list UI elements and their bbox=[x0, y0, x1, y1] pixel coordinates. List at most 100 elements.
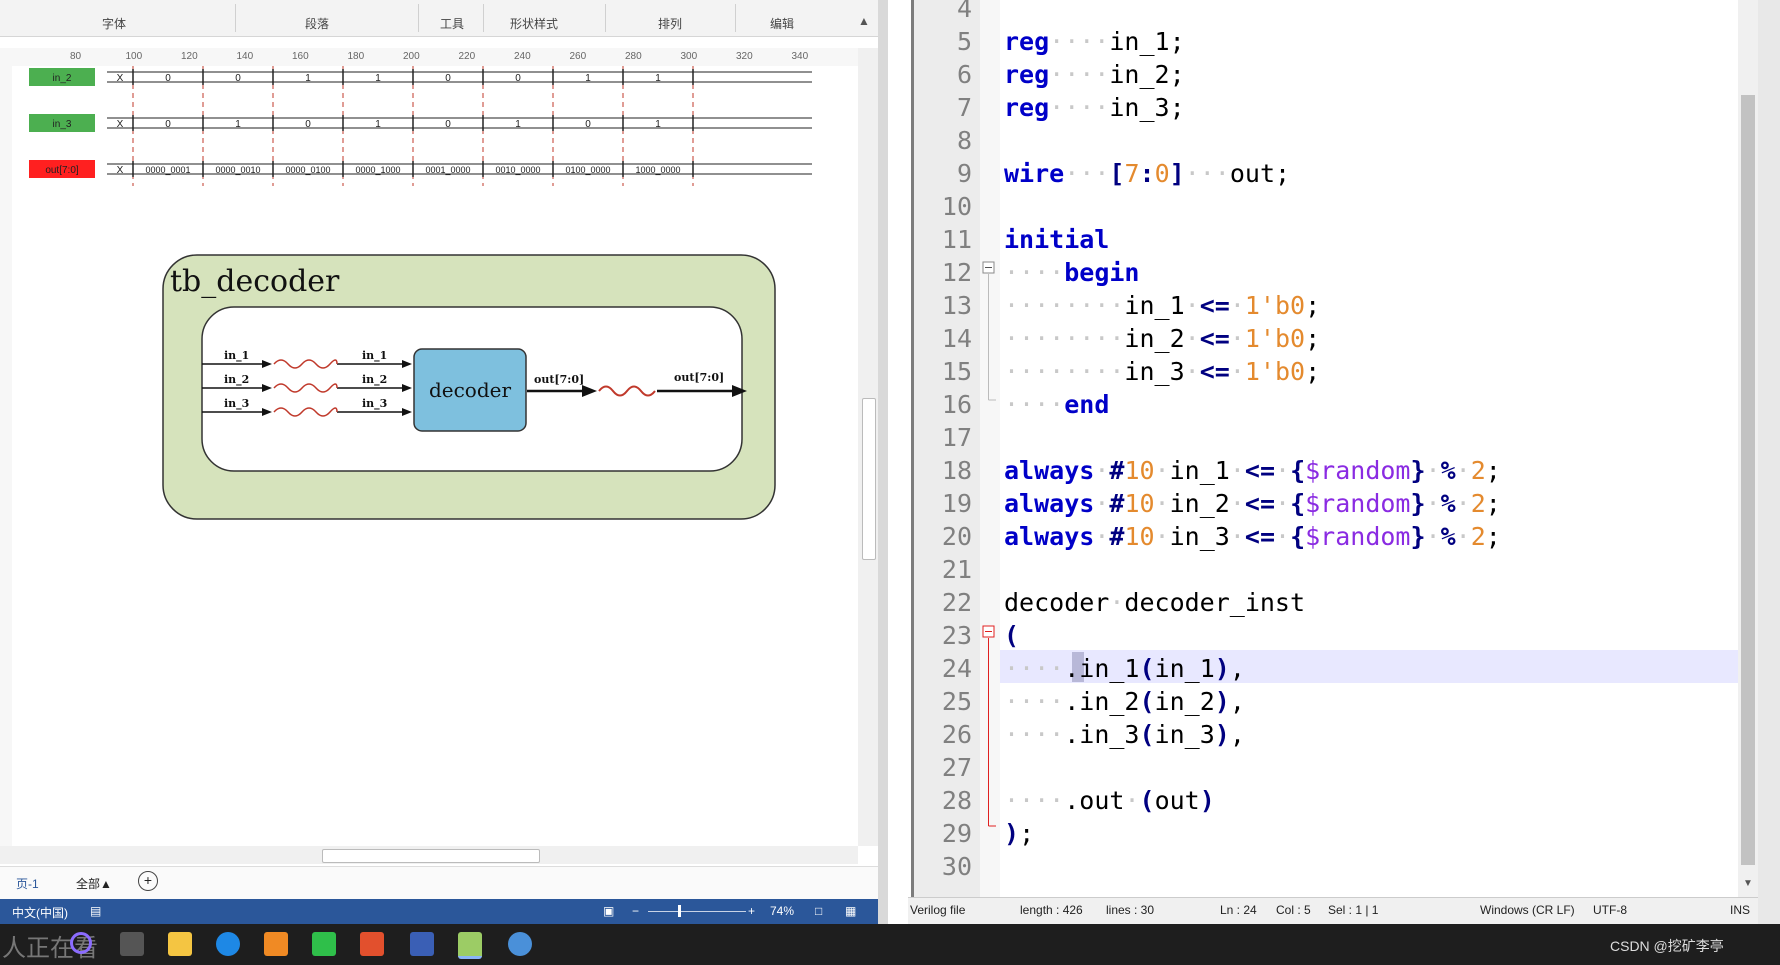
app-green-c-icon[interactable] bbox=[312, 932, 336, 956]
ribbon-group-arrange[interactable]: 排列 bbox=[658, 15, 682, 32]
switch-windows-icon[interactable]: ▦ bbox=[845, 904, 856, 918]
line-ending[interactable]: Windows (CR LF) bbox=[1480, 903, 1575, 917]
app-orange-icon[interactable] bbox=[264, 932, 288, 956]
code-line[interactable]: always·#10·in_2·<=·{$random}·%·2; bbox=[1004, 487, 1501, 520]
signal-label: in_3 bbox=[53, 119, 72, 130]
code-line[interactable]: ····begin bbox=[1004, 256, 1139, 289]
visio-vertical-scrollbar[interactable] bbox=[858, 48, 878, 846]
insert-mode[interactable]: INS bbox=[1730, 903, 1750, 917]
signal-value: X bbox=[117, 165, 124, 176]
label-in1-right: in_1 bbox=[362, 349, 387, 363]
macro-icon[interactable]: ▤ bbox=[90, 904, 101, 918]
fold-margin[interactable] bbox=[980, 0, 1000, 897]
network-globe-icon[interactable] bbox=[508, 932, 532, 956]
notepad-plus-plus-icon[interactable] bbox=[458, 932, 482, 959]
signal-value: 0100_0000 bbox=[565, 165, 610, 175]
ruler-tick-label: 200 bbox=[403, 51, 420, 62]
fit-screen-icon[interactable]: ▣ bbox=[603, 904, 614, 918]
ruler-tick-label: 140 bbox=[236, 51, 254, 62]
line-number: 8 bbox=[956, 126, 972, 155]
line-number: 13 bbox=[941, 291, 972, 320]
code-line[interactable]: decoder·decoder_inst bbox=[1004, 586, 1305, 619]
code-line[interactable]: reg····in_3; bbox=[1004, 91, 1185, 124]
visio-vscroll-thumb[interactable] bbox=[862, 398, 876, 560]
signal-value: 0 bbox=[585, 119, 591, 130]
zoom-in-button[interactable]: + bbox=[748, 904, 755, 918]
signal-label: out[7:0] bbox=[45, 165, 79, 176]
code-line[interactable]: ········in_1·<=·1'b0; bbox=[1004, 289, 1320, 322]
cortana-icon[interactable] bbox=[70, 932, 92, 954]
ruler-tick-label: 320 bbox=[736, 51, 753, 62]
ruler-tick-label: 340 bbox=[791, 51, 809, 62]
line-number: 27 bbox=[941, 753, 972, 782]
label-in3-right: in_3 bbox=[362, 397, 387, 411]
code-line[interactable]: ········in_3·<=·1'b0; bbox=[1004, 355, 1320, 388]
editor-vscroll-thumb[interactable] bbox=[1741, 95, 1755, 865]
drawing-canvas[interactable]: in_2 X 0 0 1 1 0 0 1 1 in_3 X 0 1 0 1 0 1 0 1 out[7:0] X 0000_… bbox=[12, 66, 858, 846]
code-line[interactable]: wire···[7:0]···out; bbox=[1004, 157, 1290, 190]
scroll-down-arrow-icon[interactable]: ▼ bbox=[1743, 878, 1753, 889]
tray-text: CSDN @挖矿李亭 bbox=[1610, 938, 1724, 954]
collapse-ribbon-icon[interactable]: ▲ bbox=[858, 14, 870, 28]
calculator-icon[interactable] bbox=[120, 932, 144, 956]
language-indicator[interactable]: 中文(中国) bbox=[12, 904, 68, 921]
ribbon-group-paragraph[interactable]: 段落 bbox=[305, 15, 329, 32]
signal-value: 0010_0000 bbox=[495, 165, 540, 175]
line-number: 6 bbox=[956, 60, 972, 89]
code-line[interactable]: reg····in_2; bbox=[1004, 58, 1185, 91]
zoom-slider[interactable] bbox=[648, 911, 746, 912]
code-line[interactable]: always·#10·in_3·<=·{$random}·%·2; bbox=[1004, 520, 1501, 553]
fit-page-icon[interactable]: □ bbox=[815, 904, 822, 918]
label-in2-left: in_2 bbox=[224, 373, 249, 387]
ruler-tick-label: 240 bbox=[514, 51, 531, 62]
visio-window: 字体 段落 工具 形状样式 排列 编辑 ▲ 80 100 120 140 160 180 2… bbox=[0, 0, 878, 924]
ribbon-group-font[interactable]: 字体 bbox=[102, 15, 126, 32]
line-number: 9 bbox=[956, 159, 972, 188]
code-line[interactable]: initial bbox=[1004, 223, 1109, 256]
ruler-tick-label: 300 bbox=[680, 51, 698, 62]
zoom-level[interactable]: 74% bbox=[770, 904, 794, 918]
code-line[interactable]: reg····in_1; bbox=[1004, 25, 1185, 58]
ruler-tick-label: 80 bbox=[70, 51, 82, 62]
code-line[interactable]: ····.in_2(in_2), bbox=[1004, 685, 1245, 718]
edge-browser-icon[interactable] bbox=[216, 932, 240, 956]
zoom-out-button[interactable]: − bbox=[632, 904, 639, 918]
visio-horizontal-scrollbar[interactable] bbox=[0, 846, 858, 864]
encoding[interactable]: UTF-8 bbox=[1593, 903, 1627, 917]
ruler-tick-label: 260 bbox=[569, 51, 587, 62]
code-line[interactable]: ····.in_3(in_3), bbox=[1004, 718, 1245, 751]
signal-value: 0 bbox=[165, 73, 171, 84]
zoom-slider-thumb[interactable] bbox=[678, 905, 681, 917]
signal-value: 0 bbox=[515, 73, 521, 84]
code-line[interactable]: always·#10·in_1·<=·{$random}·%·2; bbox=[1004, 454, 1501, 487]
code-line[interactable]: ); bbox=[1004, 817, 1034, 850]
signal-value: 1 bbox=[515, 119, 521, 130]
code-line[interactable]: ····.out·(out) bbox=[1004, 784, 1215, 817]
ribbon-group-shape-styles[interactable]: 形状样式 bbox=[510, 15, 558, 32]
visio-icon[interactable] bbox=[410, 932, 434, 956]
file-explorer-icon[interactable] bbox=[168, 932, 192, 956]
ruler-tick-label: 160 bbox=[292, 51, 309, 62]
code-line[interactable]: ( bbox=[1004, 619, 1019, 652]
code-line[interactable]: ········in_2·<=·1'b0; bbox=[1004, 322, 1320, 355]
code-line[interactable]: ····end bbox=[1004, 388, 1109, 421]
ribbon: 字体 段落 工具 形状样式 排列 编辑 ▲ bbox=[0, 0, 878, 37]
code-area[interactable]: reg····in_1; reg····in_2; reg····in_3;wire… bbox=[1000, 0, 1738, 897]
editor-vertical-scrollbar[interactable]: ▼ bbox=[1738, 0, 1758, 897]
cursor-line: Ln : 24 bbox=[1220, 903, 1257, 917]
line-count: lines : 30 bbox=[1106, 903, 1155, 917]
tab-all-pages[interactable]: 全部▲ bbox=[76, 875, 112, 892]
add-page-button[interactable]: + bbox=[138, 871, 158, 891]
tb-decoder-title: tb_decoder bbox=[170, 264, 340, 299]
ribbon-group-tools[interactable]: 工具 bbox=[440, 15, 464, 32]
signal-value: 0001_0000 bbox=[425, 165, 470, 175]
ribbon-group-edit[interactable]: 编辑 bbox=[770, 15, 794, 32]
signal-value: 1 bbox=[585, 73, 591, 84]
app-red-c-icon[interactable] bbox=[360, 932, 384, 956]
tab-page-1[interactable]: 页-1 bbox=[16, 875, 39, 892]
code-line[interactable]: ····.in_1(in_1), bbox=[1004, 652, 1245, 685]
visio-hscroll-thumb[interactable] bbox=[322, 849, 540, 863]
signal-value: 0 bbox=[165, 119, 171, 130]
line-number: 16 bbox=[941, 390, 972, 419]
line-number: 10 bbox=[941, 192, 972, 221]
